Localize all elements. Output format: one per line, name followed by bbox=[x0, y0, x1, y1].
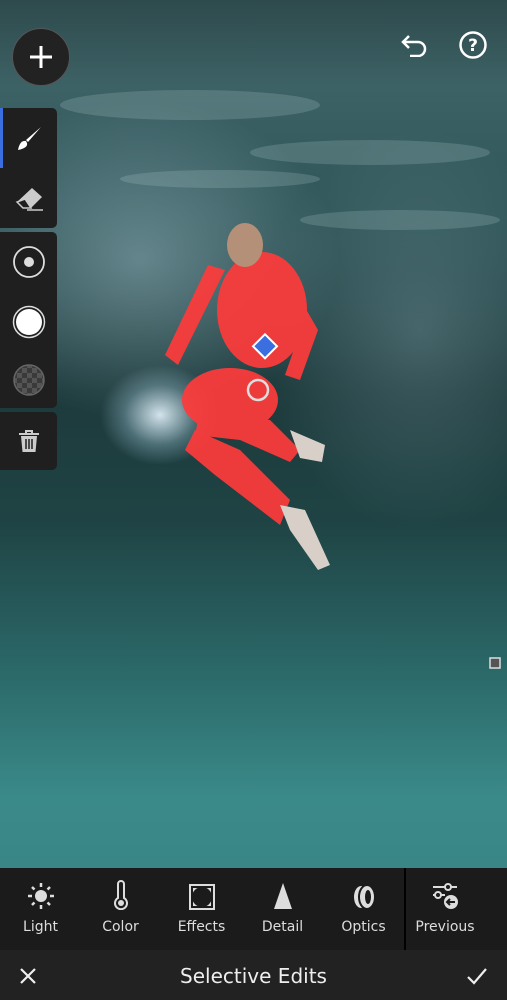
handle bbox=[489, 657, 501, 669]
triangle-icon bbox=[273, 883, 292, 909]
tab-color[interactable]: Color bbox=[80, 868, 161, 950]
svg-text:?: ? bbox=[468, 36, 478, 56]
eraser-icon bbox=[15, 188, 43, 211]
help-icon: ? bbox=[459, 31, 487, 59]
tab-light[interactable]: Light bbox=[0, 868, 81, 950]
previous-button[interactable]: Previous bbox=[405, 868, 485, 950]
size-tool[interactable] bbox=[0, 232, 57, 292]
tab-effects[interactable]: Effects bbox=[161, 868, 242, 950]
page-title: Selective Edits bbox=[180, 964, 327, 988]
tab-label: Detail bbox=[261, 919, 304, 935]
feather-tool[interactable] bbox=[0, 292, 57, 352]
confirm-button[interactable] bbox=[466, 967, 488, 989]
tab-detail[interactable]: Detail bbox=[242, 868, 323, 950]
vignette-icon bbox=[188, 884, 215, 910]
brush-size-icon bbox=[12, 246, 45, 278]
delete-mask-button[interactable] bbox=[0, 412, 57, 470]
footer-bar: Selective Edits bbox=[0, 950, 507, 1000]
undo-button[interactable] bbox=[397, 28, 431, 62]
flow-icon bbox=[12, 364, 45, 396]
photo-canvas[interactable] bbox=[0, 0, 507, 868]
brush-icon bbox=[17, 127, 41, 150]
tab-label: Color bbox=[102, 919, 139, 935]
tab-label: Light bbox=[23, 919, 58, 935]
tab-optics[interactable]: Optics bbox=[323, 868, 404, 950]
plus-icon bbox=[30, 46, 52, 68]
undo-icon bbox=[401, 35, 427, 57]
flow-tool[interactable] bbox=[0, 350, 57, 410]
trash-icon bbox=[18, 430, 39, 452]
tab-label: Optics bbox=[341, 919, 386, 935]
tab-label: Effects bbox=[177, 919, 226, 935]
check-icon bbox=[467, 968, 487, 985]
lens-icon bbox=[353, 884, 376, 910]
edit-toolbar: Light Color Effects Detail Optics Previo… bbox=[0, 868, 507, 950]
add-mask-button[interactable] bbox=[12, 28, 70, 86]
mask-overlay bbox=[165, 223, 501, 669]
sun-icon bbox=[27, 883, 54, 909]
eraser-tool[interactable] bbox=[0, 168, 57, 230]
sliders-previous-icon bbox=[433, 883, 458, 909]
help-button[interactable]: ? bbox=[456, 28, 490, 62]
feather-icon bbox=[12, 305, 45, 339]
thermometer-icon bbox=[113, 880, 128, 910]
tab-label: Previous bbox=[415, 919, 475, 935]
brush-tool[interactable] bbox=[0, 108, 57, 170]
